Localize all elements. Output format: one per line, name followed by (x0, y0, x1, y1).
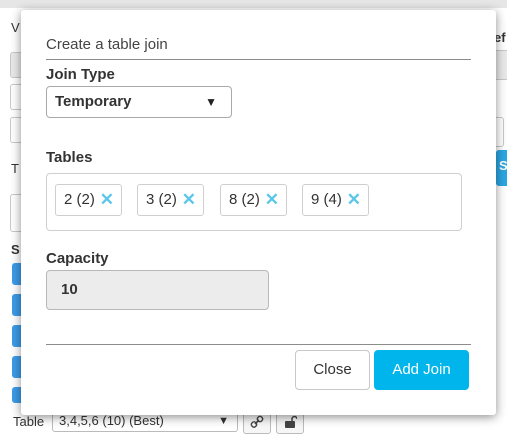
table-tag: 9 (4) ✕ (302, 184, 369, 216)
capacity-label: Capacity (46, 250, 109, 267)
capacity-field: 10 (46, 270, 269, 310)
link-icon (250, 415, 264, 428)
join-type-label: Join Type (46, 66, 115, 83)
bg-letter-v: V (11, 20, 20, 35)
bg-letter-s: S (11, 242, 20, 257)
close-button[interactable]: Close (295, 350, 370, 390)
bg-letter-t: T (11, 161, 19, 176)
remove-tag-icon[interactable]: ✕ (100, 185, 114, 215)
tables-label: Tables (46, 149, 93, 166)
bg-blue-button-letter: S (499, 158, 507, 173)
table-tag: 3 (2) ✕ (137, 184, 204, 216)
chevron-down-icon: ▼ (205, 95, 217, 109)
add-join-button[interactable]: Add Join (374, 350, 469, 390)
table-tag-label: 9 (4) (311, 191, 342, 208)
create-table-join-dialog: Create a table join Join Type Temporary … (21, 10, 496, 415)
join-type-select[interactable]: Temporary ▼ (46, 86, 232, 118)
join-type-value: Temporary (55, 93, 132, 110)
bg-blue-button[interactable]: S (496, 150, 507, 186)
bg-table-label: Table (13, 414, 45, 429)
bg-table-select-value: 3,4,5,6 (10) (Best) (59, 413, 164, 428)
table-tag-label: 8 (2) (229, 191, 260, 208)
remove-tag-icon[interactable]: ✕ (265, 185, 279, 215)
tables-tag-input[interactable]: 2 (2) ✕ 3 (2) ✕ 8 (2) ✕ 9 (4) ✕ (46, 173, 462, 231)
title-divider (46, 59, 471, 60)
table-tag: 8 (2) ✕ (220, 184, 287, 216)
chevron-down-icon: ▼ (218, 415, 229, 427)
table-tag: 2 (2) ✕ (55, 184, 122, 216)
remove-tag-icon[interactable]: ✕ (182, 185, 196, 215)
dialog-title: Create a table join (46, 36, 168, 53)
table-tag-label: 2 (2) (64, 191, 95, 208)
unlock-icon (285, 415, 298, 428)
remove-tag-icon[interactable]: ✕ (347, 185, 361, 215)
background-top-bar (0, 0, 507, 8)
table-tag-label: 3 (2) (146, 191, 177, 208)
footer-divider (46, 344, 471, 345)
